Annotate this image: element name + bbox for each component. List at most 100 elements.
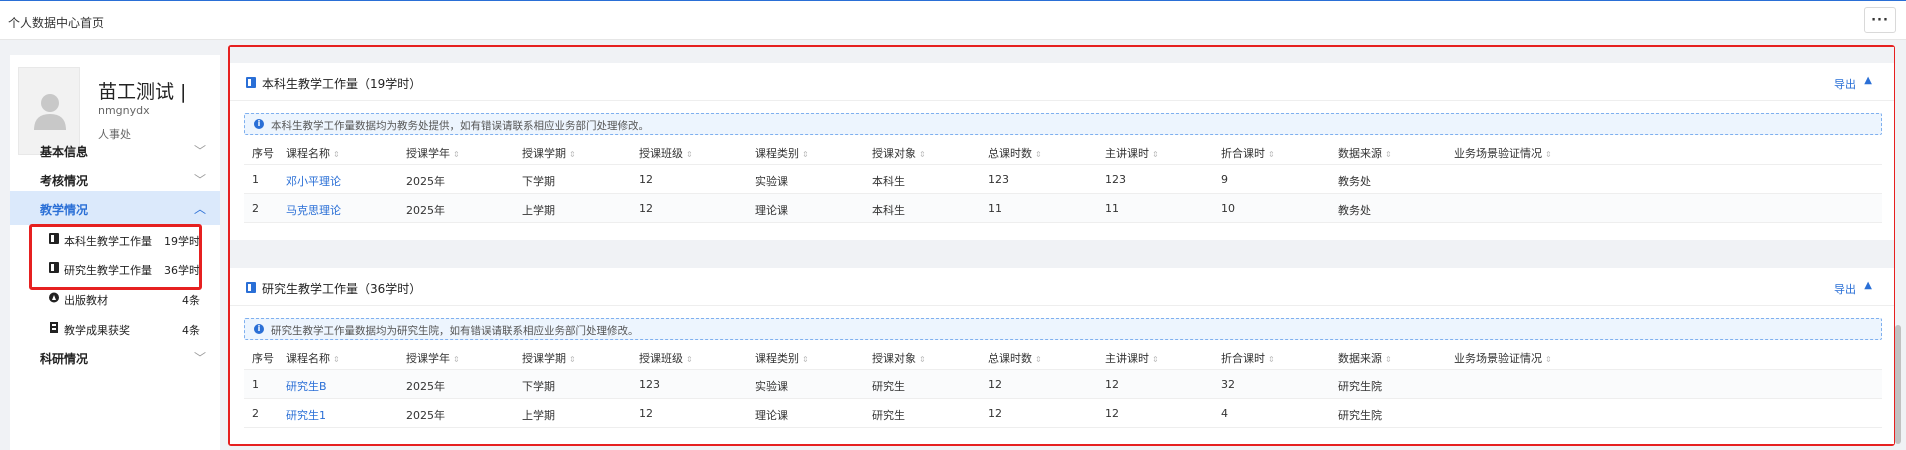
sort-icon: ⇕ (333, 150, 340, 159)
compass-icon (49, 292, 59, 303)
col-header[interactable]: 授课学年 ⇕ (406, 350, 460, 366)
cell-year: 2025年 (406, 409, 445, 422)
col-header[interactable]: 折合课时 ⇕ (1221, 350, 1275, 366)
col-header[interactable]: 课程类别 ⇕ (755, 350, 809, 366)
export-button[interactable]: 导出 (1834, 281, 1856, 297)
col-header[interactable]: 数据来源 ⇕ (1338, 145, 1392, 161)
sort-icon: ⇕ (1152, 355, 1159, 364)
cell-total-hours: 12 (988, 407, 1002, 420)
main-content: 本科生教学工作量（19学时） 导出 ▲ i 本科生教学工作量数据均为教务处提供，… (230, 47, 1894, 444)
collapse-caret-icon[interactable]: ▲ (1864, 280, 1872, 291)
cell-year: 2025年 (406, 204, 445, 217)
col-header[interactable]: 折合课时 ⇕ (1221, 145, 1275, 161)
more-options-button[interactable]: ··· (1864, 7, 1896, 33)
cell-total-hours: 123 (988, 173, 1009, 186)
cell-index: 1 (252, 173, 259, 186)
table-row: 2 研究生1 2025年 上学期 12 理论课 研究生 12 12 4 研究生院 (244, 399, 1882, 428)
cell-type: 理论课 (755, 204, 788, 217)
export-button[interactable]: 导出 (1834, 76, 1856, 92)
course-link[interactable]: 马克思理论 (286, 202, 341, 218)
sort-icon: ⇕ (453, 355, 460, 364)
cell-source: 研究生院 (1338, 409, 1382, 422)
sidebar-group-label: 基本信息 (40, 145, 89, 159)
cell-target: 本科生 (872, 204, 905, 217)
sort-icon: ⇕ (1385, 355, 1392, 364)
cell-target: 研究生 (872, 380, 905, 393)
course-link[interactable]: 研究生1 (286, 407, 326, 423)
sort-icon: ⇕ (1035, 150, 1042, 159)
table-header: 序号 课程名称 ⇕ 授课学年 ⇕ 授课学期 ⇕ 授课班级 ⇕ 课程类别 ⇕ 授课对象 ⇕ 总… (244, 139, 1882, 165)
cell-class: 12 (639, 173, 653, 186)
cell-target: 本科生 (872, 175, 905, 188)
col-header[interactable]: 总课时数 ⇕ (988, 145, 1042, 161)
col-header[interactable]: 授课对象 ⇕ (872, 145, 926, 161)
col-header[interactable]: 总课时数 ⇕ (988, 350, 1042, 366)
cell-year: 2025年 (406, 380, 445, 393)
cell-term: 上学期 (522, 204, 555, 217)
cell-index: 1 (252, 378, 259, 391)
main-scrollbar[interactable] (1894, 47, 1902, 444)
top-bar: 个人数据中心首页 ··· (0, 0, 1906, 40)
cell-lecture-hours: 12 (1105, 407, 1119, 420)
sort-icon: ⇕ (1545, 150, 1552, 159)
sidebar-group-label: 教学情况 (40, 203, 89, 217)
sidebar-item-count: 4条 (182, 324, 200, 337)
trophy-icon (50, 322, 58, 333)
sidebar-item-label: 教学成果获奖 (64, 324, 130, 337)
col-header[interactable]: 数据来源 ⇕ (1338, 350, 1392, 366)
cell-type: 理论课 (755, 409, 788, 422)
cell-converted-hours: 4 (1221, 407, 1228, 420)
chevron-up-icon: ︿ (193, 202, 206, 216)
col-header[interactable]: 业务场景验证情况 ⇕ (1454, 145, 1552, 161)
col-header[interactable]: 课程类别 ⇕ (755, 145, 809, 161)
cell-class: 12 (639, 202, 653, 215)
sort-icon: ⇕ (686, 150, 693, 159)
col-header[interactable]: 主讲课时 ⇕ (1105, 350, 1159, 366)
col-header[interactable]: 授课班级 ⇕ (639, 350, 693, 366)
table-row: 2 马克思理论 2025年 上学期 12 理论课 本科生 11 11 10 教务… (244, 194, 1882, 223)
notice-text: 本科生教学工作量数据均为教务处提供，如有错误请联系相应业务部门处理修改。 (271, 120, 649, 132)
sort-icon: ⇕ (919, 150, 926, 159)
scrollbar-thumb[interactable] (1895, 325, 1901, 444)
cell-term: 下学期 (522, 175, 555, 188)
sidebar-group-teaching[interactable]: 教学情况 ︿ (10, 191, 220, 225)
col-header[interactable]: 授课学年 ⇕ (406, 145, 460, 161)
cell-year: 2025年 (406, 175, 445, 188)
table-header: 序号 课程名称 ⇕ 授课学年 ⇕ 授课学期 ⇕ 授课班级 ⇕ 课程类别 ⇕ 授课对象 ⇕ 总… (244, 344, 1882, 370)
undergrad-workload-card: 本科生教学工作量（19学时） 导出 ▲ i 本科生教学工作量数据均为教务处提供，… (230, 63, 1894, 240)
col-header[interactable]: 课程名称 ⇕ (286, 145, 340, 161)
table-row: 1 邓小平理论 2025年 下学期 12 实验课 本科生 123 123 9 教… (244, 165, 1882, 194)
collapse-caret-icon[interactable]: ▲ (1864, 75, 1872, 86)
col-header: 序号 (252, 147, 274, 160)
col-header[interactable]: 主讲课时 ⇕ (1105, 145, 1159, 161)
cell-term: 下学期 (522, 380, 555, 393)
highlight-box-sidebar (29, 224, 202, 290)
cell-converted-hours: 9 (1221, 173, 1228, 186)
page-title: 个人数据中心首页 (8, 16, 105, 30)
col-header[interactable]: 授课班级 ⇕ (639, 145, 693, 161)
col-header[interactable]: 业务场景验证情况 ⇕ (1454, 350, 1552, 366)
book-icon (246, 77, 256, 88)
sort-icon: ⇕ (1035, 355, 1042, 364)
card-title: 本科生教学工作量（19学时） (262, 77, 422, 91)
col-header[interactable]: 授课对象 ⇕ (872, 350, 926, 366)
cell-class: 123 (639, 378, 660, 391)
course-link[interactable]: 邓小平理论 (286, 173, 341, 189)
col-header[interactable]: 授课学期 ⇕ (522, 145, 576, 161)
chevron-down-icon: ﹀ (193, 144, 206, 158)
cell-total-hours: 11 (988, 202, 1002, 215)
info-icon: i (254, 119, 264, 129)
chevron-down-icon: ﹀ (193, 173, 206, 187)
col-header[interactable]: 授课学期 ⇕ (522, 350, 576, 366)
cell-term: 上学期 (522, 409, 555, 422)
info-icon: i (254, 324, 264, 334)
col-header[interactable]: 课程名称 ⇕ (286, 350, 340, 366)
sidebar-group-research[interactable]: 科研情况 ﹀ (10, 340, 220, 374)
chevron-down-icon: ﹀ (193, 351, 206, 365)
sort-icon: ⇕ (686, 355, 693, 364)
course-link[interactable]: 研究生B (286, 378, 327, 394)
cell-source: 教务处 (1338, 204, 1371, 217)
cell-converted-hours: 10 (1221, 202, 1235, 215)
info-notice: i 研究生教学工作量数据均为研究生院，如有错误请联系相应业务部门处理修改。 (244, 318, 1882, 340)
sort-icon: ⇕ (569, 150, 576, 159)
